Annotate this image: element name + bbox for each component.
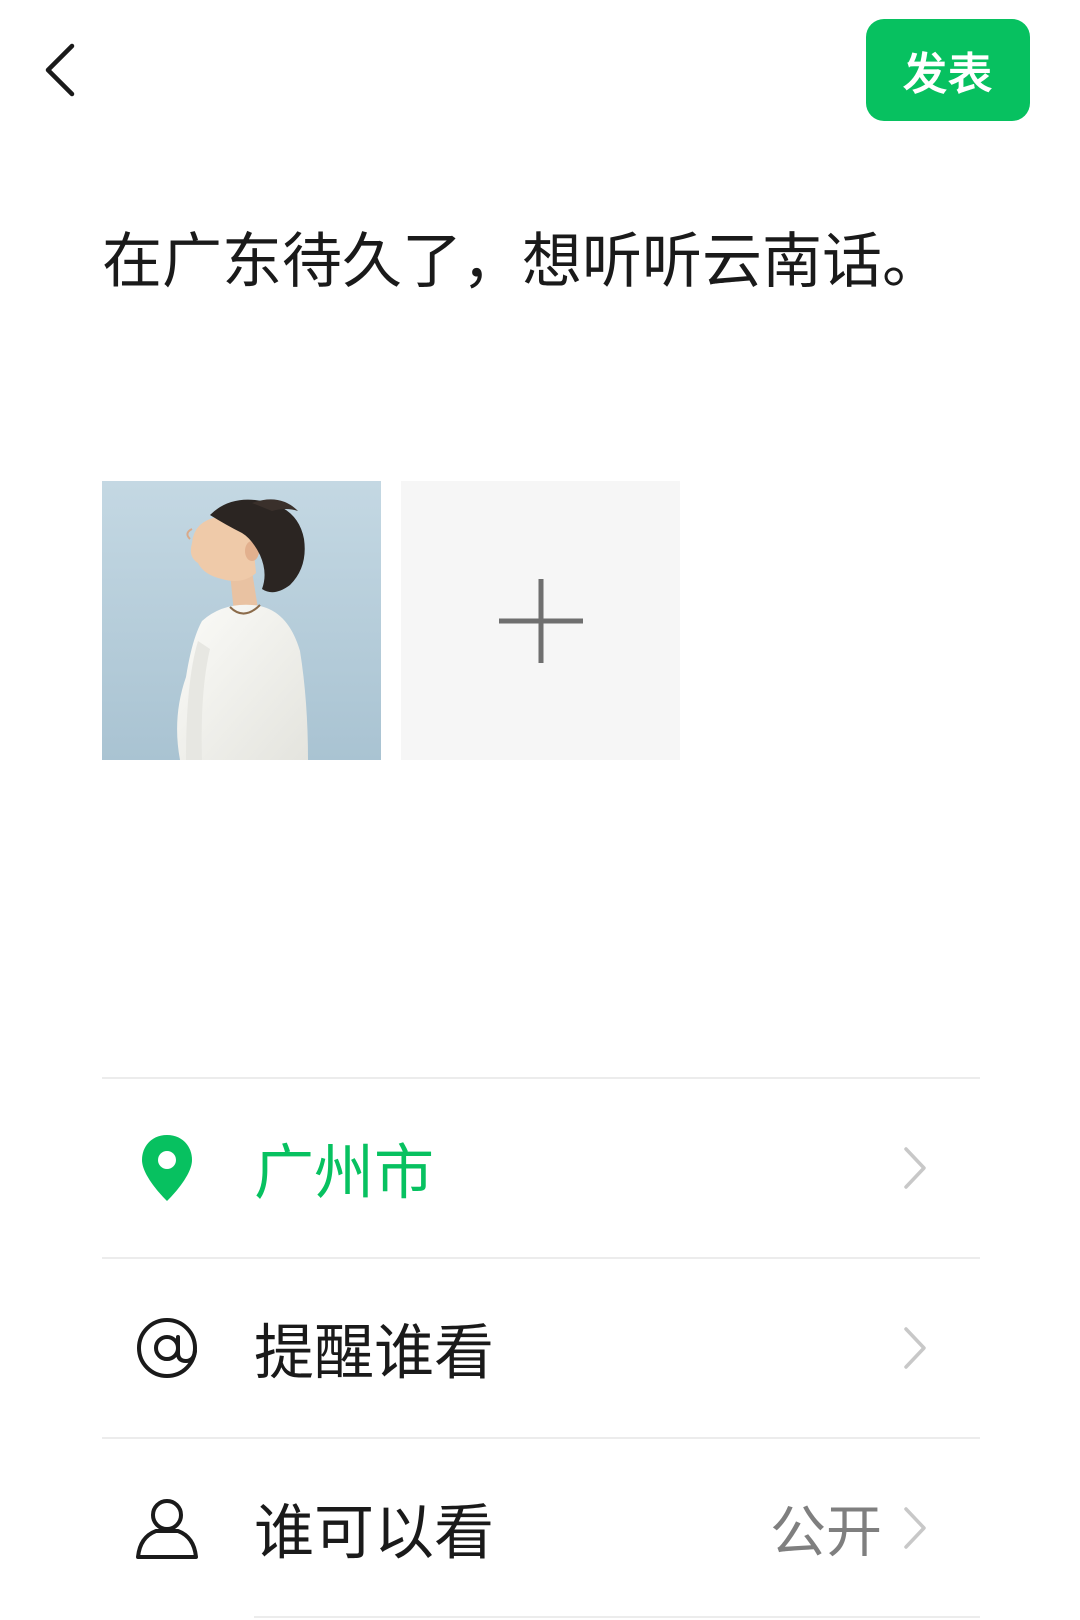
mention-row[interactable]: 提醒谁看	[102, 1259, 980, 1437]
compose-moment-screen: 发表 在广东待久了，想听听云南话。 广州市 提醒谁看 谁可以看 公开	[0, 0, 1080, 1620]
photo-thumbnail[interactable]	[102, 481, 381, 760]
plus-icon	[498, 578, 583, 663]
person-photo-image	[102, 481, 381, 760]
visibility-value: 公开	[770, 1500, 882, 1566]
post-text-input[interactable]: 在广东待久了，想听听云南话。	[102, 222, 1002, 302]
visibility-row[interactable]: 谁可以看 公开	[102, 1439, 980, 1617]
location-row[interactable]: 广州市	[102, 1079, 980, 1257]
location-label: 广州市	[254, 1138, 434, 1209]
person-icon	[132, 1493, 202, 1563]
mention-label: 提醒谁看	[254, 1318, 494, 1389]
chevron-right-icon	[904, 1327, 926, 1369]
visibility-label: 谁可以看	[254, 1498, 494, 1569]
publish-button[interactable]: 发表	[866, 19, 1030, 121]
chevron-right-icon	[904, 1507, 926, 1549]
chevron-left-icon	[45, 43, 75, 97]
location-pin-icon	[132, 1133, 202, 1203]
back-button[interactable]	[30, 30, 90, 110]
add-photo-button[interactable]	[401, 481, 680, 760]
at-icon	[132, 1313, 202, 1383]
chevron-right-icon	[904, 1147, 926, 1189]
